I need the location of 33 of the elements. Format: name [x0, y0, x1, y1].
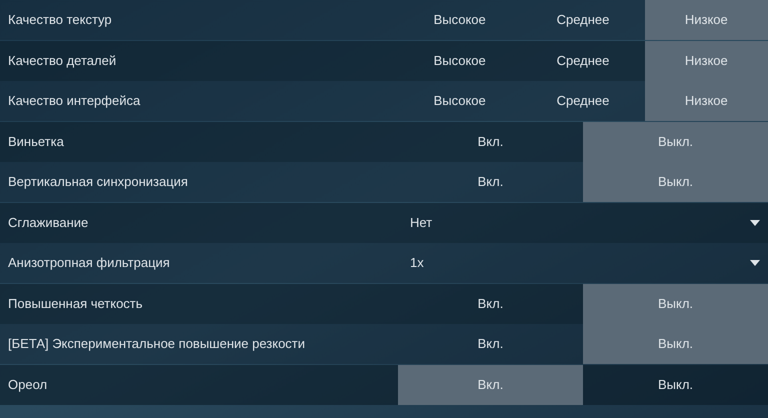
- option-button[interactable]: Низкое: [644, 0, 768, 40]
- option-button[interactable]: Низкое: [644, 81, 768, 121]
- setting-label: Качество деталей: [8, 52, 116, 70]
- option-button[interactable]: Низкое: [644, 40, 768, 80]
- caret-icon: [750, 220, 760, 226]
- setting-label: Вертикальная синхронизация: [8, 173, 188, 192]
- option-button[interactable]: Выкл.: [583, 364, 768, 404]
- option-button[interactable]: Среднее: [521, 81, 645, 121]
- dropdown[interactable]: Нет: [398, 202, 768, 242]
- option-button[interactable]: Выкл.: [583, 162, 768, 202]
- setting-label: Виньетка: [8, 132, 64, 151]
- option-button[interactable]: Вкл.: [398, 364, 583, 404]
- option-button[interactable]: Высокое: [398, 81, 522, 121]
- option-button[interactable]: Среднее: [521, 40, 645, 80]
- option-button[interactable]: Выкл.: [583, 324, 768, 364]
- setting-label: [БЕТА] Экспериментальное повышение резкости: [8, 335, 306, 354]
- option-button[interactable]: Вкл.: [398, 122, 583, 162]
- setting-label: Ореол: [8, 376, 48, 394]
- setting-label: Анизотропная фильтрация: [8, 254, 170, 272]
- setting-label: Качество текстур: [8, 11, 112, 30]
- option-button[interactable]: Высокое: [398, 40, 522, 80]
- setting-label: Качество интерфейса: [8, 92, 140, 110]
- caret-icon: [750, 260, 760, 266]
- option-button[interactable]: Выкл.: [583, 284, 768, 324]
- setting-label: Сглаживание: [8, 214, 88, 232]
- option-button[interactable]: Вкл.: [398, 162, 583, 202]
- setting-label: Повышенная четкость: [8, 294, 143, 313]
- option-button[interactable]: Выкл.: [583, 122, 768, 162]
- dropdown[interactable]: 1x: [398, 243, 768, 283]
- option-button[interactable]: Вкл.: [398, 284, 583, 324]
- option-button[interactable]: Среднее: [521, 0, 645, 40]
- option-button[interactable]: Высокое: [398, 0, 522, 40]
- option-button[interactable]: Вкл.: [398, 324, 583, 364]
